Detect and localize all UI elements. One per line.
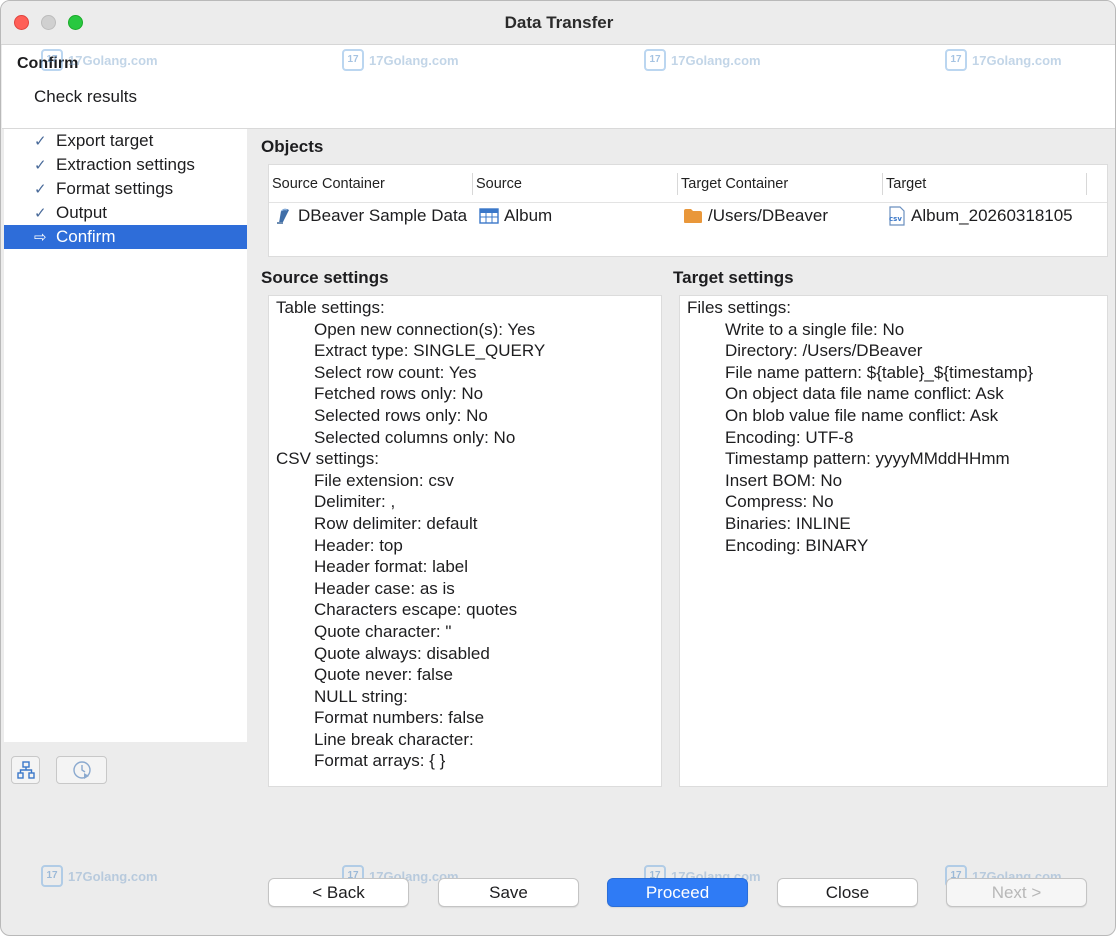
settings-line: Write to a single file: No [725, 319, 905, 339]
settings-line: Timestamp pattern: yyyyMMddHHmm [725, 449, 1010, 469]
settings-line: Directory: /Users/DBeaver [725, 341, 923, 361]
settings-group-title: Table settings: [276, 298, 385, 317]
clock-play-icon [72, 761, 91, 779]
wizard-header: Confirm Check results [2, 45, 1115, 129]
wizard-step-label: Output [56, 203, 108, 222]
settings-line: Delimiter: , [314, 492, 396, 512]
watermark-text: 17Golang.com [68, 868, 158, 884]
settings-line: Encoding: UTF-8 [725, 427, 854, 447]
wizard-step-label: Format settings [56, 179, 174, 198]
settings-line: Quote always: disabled [314, 643, 490, 663]
target-value: Album_20260318105 [911, 206, 1073, 225]
target-settings-label: Target settings [673, 268, 794, 287]
settings-line: Insert BOM: No [725, 470, 843, 490]
cell-target-container[interactable]: /Users/DBeaver [683, 206, 828, 226]
settings-line: Select row count: Yes [314, 362, 477, 382]
settings-line: Format numbers: false [314, 708, 485, 728]
table-icon [479, 208, 499, 224]
wizard-step-label: Extraction settings [56, 155, 195, 174]
wizard-steps-panel: ✓ Export target ✓ Extraction settings ✓ … [4, 129, 247, 742]
page-subtitle: Check results [34, 87, 137, 106]
objects-table: Source Container Source Target Container… [268, 164, 1108, 257]
back-button[interactable]: < Back [268, 878, 409, 907]
settings-line: Format arrays: { } [314, 751, 446, 771]
wizard-step-extraction-settings[interactable]: ✓ Extraction settings [4, 153, 247, 177]
target-settings-lines: Files settings: Write to a single file: N… [680, 297, 1107, 556]
source-container-value: DBeaver Sample Data [298, 206, 468, 225]
dbeaver-database-icon [277, 208, 289, 224]
settings-line: Selected columns only: No [314, 427, 516, 447]
objects-section-label: Objects [261, 137, 324, 156]
settings-line: On blob value file name conflict: Ask [725, 405, 999, 425]
save-task-button[interactable] [11, 756, 40, 784]
settings-line: Compress: No [725, 492, 834, 512]
svg-text:csv: csv [889, 215, 902, 223]
settings-line: Line break character: [314, 729, 474, 749]
wizard-step-label: Confirm [56, 227, 116, 246]
table-header-row: Source Container Source Target Container… [269, 165, 1107, 203]
arrow-right-icon: ⇨ [34, 229, 47, 246]
data-transfer-window: Data Transfer Confirm Check results 17 17… [0, 0, 1116, 936]
column-header-source-container[interactable]: Source Container [272, 176, 385, 192]
settings-line: Header format: label [314, 557, 469, 577]
target-container-value: /Users/DBeaver [708, 206, 828, 225]
settings-line: On object data file name conflict: Ask [725, 384, 1004, 404]
folder-icon [684, 209, 702, 223]
source-settings-label: Source settings [261, 268, 389, 287]
watermark: 17 17Golang.com [41, 865, 158, 887]
settings-line: Quote never: false [314, 665, 453, 685]
wizard-step-format-settings[interactable]: ✓ Format settings [4, 177, 247, 201]
check-icon: ✓ [34, 181, 47, 198]
settings-line: Fetched rows only: No [314, 384, 484, 404]
close-button[interactable]: Close [777, 878, 918, 907]
column-divider[interactable] [882, 173, 883, 195]
watermark-logo-icon: 17 [41, 865, 63, 887]
page-title: Confirm [17, 55, 79, 72]
wizard-step-output[interactable]: ✓ Output [4, 201, 247, 225]
save-button[interactable]: Save [438, 878, 579, 907]
window-title: Data Transfer [504, 13, 614, 32]
settings-line: Selected rows only: No [314, 405, 488, 425]
column-header-target[interactable]: Target [886, 176, 926, 192]
target-settings-text[interactable]: Files settings: Write to a single file: N… [679, 295, 1108, 787]
task-tree-icon [16, 761, 35, 779]
source-settings-lines: Table settings: Open new connection(s): Y… [269, 297, 661, 772]
title-bar: Data Transfer [1, 1, 1115, 45]
column-divider[interactable] [677, 173, 678, 195]
settings-line: Quote character: " [314, 621, 452, 641]
next-button: Next > [946, 878, 1087, 907]
wizard-step-confirm[interactable]: ⇨ Confirm [4, 225, 247, 249]
settings-line: Open new connection(s): Yes [314, 319, 536, 339]
settings-line: Row delimiter: default [314, 513, 478, 533]
column-divider[interactable] [1086, 173, 1087, 195]
check-icon: ✓ [34, 205, 47, 222]
settings-group-title: Files settings: [687, 298, 791, 317]
settings-line: File name pattern: ${table}_${timestamp} [725, 362, 1034, 382]
wizard-step-label: Export target [56, 131, 154, 150]
settings-line: File extension: csv [314, 470, 454, 490]
schedule-task-button[interactable] [56, 756, 107, 784]
source-value: Album [504, 206, 553, 225]
csv-file-icon: csv [889, 206, 905, 226]
cell-source-container[interactable]: DBeaver Sample Data [275, 206, 472, 226]
settings-line: Characters escape: quotes [314, 600, 518, 620]
proceed-button[interactable]: Proceed [607, 878, 748, 907]
column-header-target-container[interactable]: Target Container [681, 176, 788, 192]
settings-line: Binaries: INLINE [725, 513, 851, 533]
column-header-source[interactable]: Source [476, 176, 522, 192]
cell-source[interactable]: Album [479, 206, 552, 226]
settings-group-title: CSV settings: [276, 449, 379, 469]
cell-target[interactable]: csv Album_20260318105 [888, 206, 1073, 226]
settings-line: NULL string: [314, 686, 408, 706]
check-icon: ✓ [34, 133, 47, 150]
source-settings-text[interactable]: Table settings: Open new connection(s): Y… [268, 295, 662, 787]
settings-line: Header: top [314, 535, 403, 555]
settings-line: Header case: as is [314, 578, 455, 598]
check-icon: ✓ [34, 157, 47, 174]
column-divider[interactable] [472, 173, 473, 195]
settings-line: Extract type: SINGLE_QUERY [314, 341, 546, 361]
settings-line: Encoding: BINARY [725, 535, 869, 555]
wizard-step-export-target[interactable]: ✓ Export target [4, 129, 247, 153]
